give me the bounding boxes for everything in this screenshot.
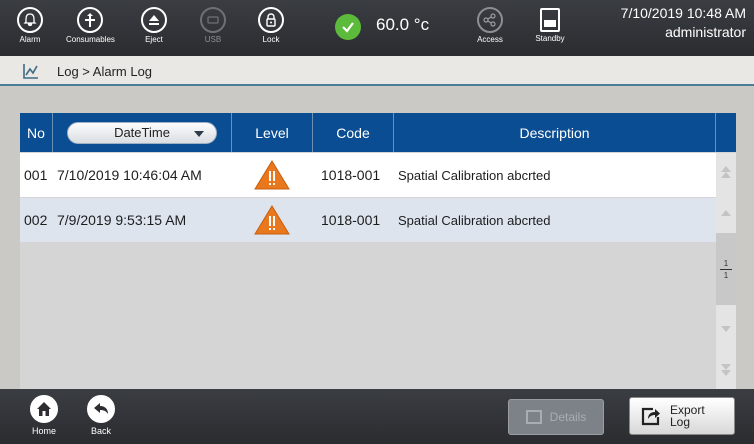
alarm-button[interactable]: Alarm [6,3,54,53]
home-icon [30,395,58,423]
bottom-toolbar: Home Back Details Export Log [0,389,754,444]
scroll-first-button[interactable] [716,153,736,193]
row-datetime: 7/9/2019 9:53:15 AM [57,212,187,228]
access-label: Access [477,35,503,44]
row-level [253,198,291,242]
row-level [253,153,291,197]
eject-label: Eject [145,35,163,44]
top-toolbar: Alarm Consumables Eject USB Lock 60.0 °c… [0,0,754,56]
current-user: administrator [665,24,746,40]
chevron-down-icon [721,326,731,332]
row-description: Spatial Calibration abcrted [398,167,551,183]
chevron-up-icon [721,210,731,216]
usb-label: USB [204,35,222,44]
chart-icon [23,64,38,79]
clock-and-user: 7/10/2019 10:48 AM administrator [621,4,746,42]
warning-icon [254,160,290,190]
export-icon [641,407,660,426]
chevron-down-icon [194,130,204,137]
current-datetime: 7/10/2019 10:48 AM [620,5,746,21]
export-label: Export Log [670,404,705,428]
checkmark-icon [335,14,361,40]
column-header-datetime: DateTime [53,113,232,152]
lock-button[interactable]: Lock [247,3,295,53]
standby-button[interactable]: Standby [526,3,574,53]
page-current: 1 [723,258,729,268]
alarm-label: Alarm [19,35,41,44]
details-button[interactable]: Details [508,399,604,435]
back-label: Back [90,426,111,436]
share-icon [477,7,503,33]
eject-button[interactable]: Eject [130,3,178,53]
row-no: 002 [24,212,48,228]
back-button[interactable]: Back [81,395,121,436]
bell-icon [17,7,43,33]
row-code: 1018-001 [321,212,381,228]
page-total: 1 [723,270,729,280]
column-header-level[interactable]: Level [232,113,313,152]
access-button[interactable]: Access [466,3,514,53]
table-row[interactable]: 002 7/9/2019 9:53:15 AM 1018-001 Spatial… [20,198,716,242]
row-datetime: 7/10/2019 10:46:04 AM [57,167,202,183]
datetime-sort-label: DateTime [114,125,170,140]
table-header: No DateTime Level Code Description [20,113,736,152]
column-header-no[interactable]: No [20,113,53,152]
home-label: Home [31,426,56,436]
standby-label: Standby [535,34,565,43]
standby-icon [540,8,560,32]
lock-label: Lock [262,35,280,44]
column-header-description[interactable]: Description [394,113,716,152]
export-label-line2: Log [670,415,691,429]
scroll-last-button[interactable] [716,349,736,389]
double-chevron-up-icon [721,166,731,178]
breadcrumb-bar: Log > Alarm Log [0,56,754,86]
back-arrow-icon [87,395,115,423]
breadcrumb: Log > Alarm Log [57,64,153,79]
row-code: 1018-001 [321,167,381,183]
double-chevron-down-icon [721,364,731,376]
row-no: 001 [24,167,48,183]
scroll-up-button[interactable] [716,193,736,233]
details-icon [525,410,542,424]
temperature-readout: 60.0 °c [376,15,430,34]
table-row[interactable]: 001 7/10/2019 10:46:04 AM 1018-001 Spati… [20,153,716,197]
usb-icon [200,7,226,33]
pager-scrollbar: 1 1 [716,153,736,389]
column-header-code[interactable]: Code [313,113,394,152]
warning-icon [254,205,290,235]
home-button[interactable]: Home [24,395,64,436]
consumables-button[interactable]: Consumables [66,3,115,53]
alarm-log-table: No DateTime Level Code Description 001 7… [20,113,736,389]
datetime-sort-dropdown[interactable]: DateTime [67,121,217,144]
consumables-label: Consumables [66,35,115,44]
column-header-spacer [716,113,736,152]
consumables-icon [77,7,103,33]
usb-button[interactable]: USB [189,3,237,53]
scroll-down-button[interactable] [716,309,736,349]
export-log-button[interactable]: Export Log [629,397,735,435]
page-indicator: 1 1 [716,233,736,305]
fraction-bar [720,268,732,270]
lock-icon [258,7,284,33]
eject-icon [141,7,167,33]
row-description: Spatial Calibration abcrted [398,212,551,228]
details-label: Details [549,410,587,424]
